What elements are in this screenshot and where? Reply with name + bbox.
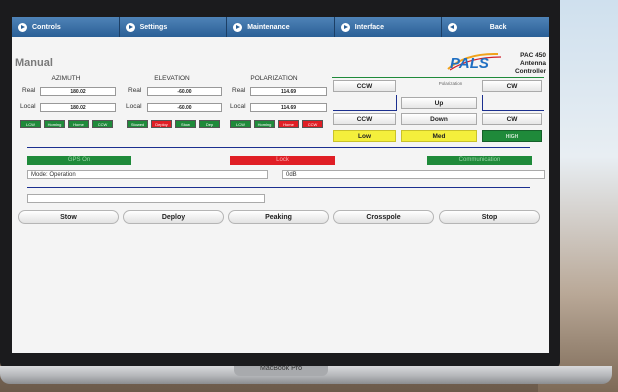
- tab-maintenance[interactable]: Maintenance: [227, 17, 335, 37]
- divider-line: [332, 77, 544, 78]
- deploy-button[interactable]: Deploy: [123, 210, 224, 224]
- page-title: Manual: [15, 57, 53, 69]
- speed-high-button[interactable]: HIGH: [482, 130, 542, 142]
- pol-ccw-mid-button[interactable]: CCW: [333, 113, 396, 125]
- pol-ccw-top-button[interactable]: CCW: [333, 80, 396, 92]
- lock-indicator: Lock: [230, 156, 335, 165]
- polarization-local-field[interactable]: 114.69: [250, 103, 327, 112]
- elevation-header: ELEVATION: [154, 75, 190, 82]
- elevation-real-label: Real: [128, 87, 142, 94]
- tab-label: Maintenance: [247, 23, 290, 31]
- chevron-right-icon: [18, 22, 27, 32]
- polarization-status-home: Home: [278, 120, 299, 128]
- speed-med-button[interactable]: Med: [401, 130, 477, 142]
- up-button[interactable]: Up: [401, 97, 477, 109]
- app-screen: Controls Settings Maintenance Interface …: [12, 17, 549, 353]
- peaking-button[interactable]: Peaking: [228, 210, 329, 224]
- azimuth-status-home: Home: [68, 120, 89, 128]
- pol-cw-top-button[interactable]: CW: [482, 80, 542, 92]
- elevation-status-dep: Dep: [199, 120, 220, 128]
- chevron-right-icon: [125, 22, 135, 32]
- tab-label: Settings: [139, 23, 168, 31]
- product-line: PAC 450: [520, 52, 546, 59]
- elevation-local-label: Local: [126, 103, 142, 110]
- tab-interface[interactable]: Interface: [334, 17, 443, 37]
- tab-settings[interactable]: Settings: [119, 17, 228, 37]
- elevation-status-stowed: Stowed: [127, 120, 148, 128]
- azimuth-real-label: Real: [22, 87, 36, 94]
- tab-label: Controls: [32, 23, 61, 31]
- divider-line: [333, 110, 396, 111]
- chevron-right-icon: [340, 22, 350, 32]
- down-button[interactable]: Down: [401, 113, 477, 125]
- chevron-left-icon: [448, 22, 458, 32]
- product-line: Controller: [514, 68, 546, 75]
- stop-button[interactable]: Stop: [439, 210, 540, 224]
- azimuth-real-field[interactable]: 180.02: [40, 87, 116, 96]
- polarization-status-homing: Homing: [254, 120, 275, 128]
- azimuth-status-homing: Homing: [44, 120, 65, 128]
- db-field[interactable]: 0dB: [282, 170, 545, 179]
- polarization-status-ccw: CCW: [302, 120, 323, 128]
- elevation-status-stow: Stow: [175, 120, 196, 128]
- divider-line: [396, 95, 397, 111]
- polarization-status-lcw: LCW: [230, 120, 251, 128]
- divider-line: [482, 110, 544, 111]
- product-name: PAC 450 Antenna Controller: [508, 52, 546, 76]
- tab-label: Interface: [354, 23, 384, 31]
- stow-button[interactable]: Stow: [18, 210, 119, 224]
- polarization-label: Polarization: [438, 81, 463, 86]
- divider-line: [482, 95, 483, 111]
- divider-line: [27, 147, 530, 148]
- polarization-local-label: Local: [230, 103, 246, 110]
- chevron-right-icon: [233, 22, 243, 32]
- crosspole-button[interactable]: Crosspole: [333, 210, 434, 224]
- tab-back[interactable]: Back: [442, 17, 549, 37]
- polarization-header: POLARIZATION: [250, 75, 298, 82]
- polarization-real-field[interactable]: 114.69: [250, 87, 327, 96]
- communication-indicator: Communication: [427, 156, 532, 165]
- azimuth-header: AZIMUTH: [51, 75, 81, 82]
- logo-text: PALS: [450, 55, 489, 71]
- polarization-real-label: Real: [232, 87, 246, 94]
- elevation-local-field[interactable]: -60.00: [147, 103, 222, 112]
- message-field[interactable]: [27, 194, 265, 203]
- tab-label: Back: [489, 23, 507, 31]
- pol-cw-mid-button[interactable]: CW: [482, 113, 542, 125]
- elevation-real-field[interactable]: -60.00: [147, 87, 222, 96]
- nav-bar: Controls Settings Maintenance Interface …: [12, 17, 549, 37]
- gps-indicator: GPS On: [27, 156, 131, 165]
- pals-logo: PALS: [447, 52, 502, 71]
- tab-controls[interactable]: Controls: [12, 17, 120, 37]
- product-line: Antenna: [520, 60, 546, 67]
- laptop-brand: MacBook Pro: [259, 365, 303, 372]
- azimuth-local-field[interactable]: 180.02: [40, 103, 116, 112]
- elevation-status-deploy: Deploy: [151, 120, 172, 128]
- azimuth-local-label: Local: [20, 103, 36, 110]
- speed-low-button[interactable]: Low: [333, 130, 396, 142]
- divider-line: [27, 187, 530, 188]
- mode-field[interactable]: Mode: Operation: [27, 170, 268, 179]
- azimuth-status-ccw: CCW: [92, 120, 113, 128]
- azimuth-status-lcw: LCW: [20, 120, 41, 128]
